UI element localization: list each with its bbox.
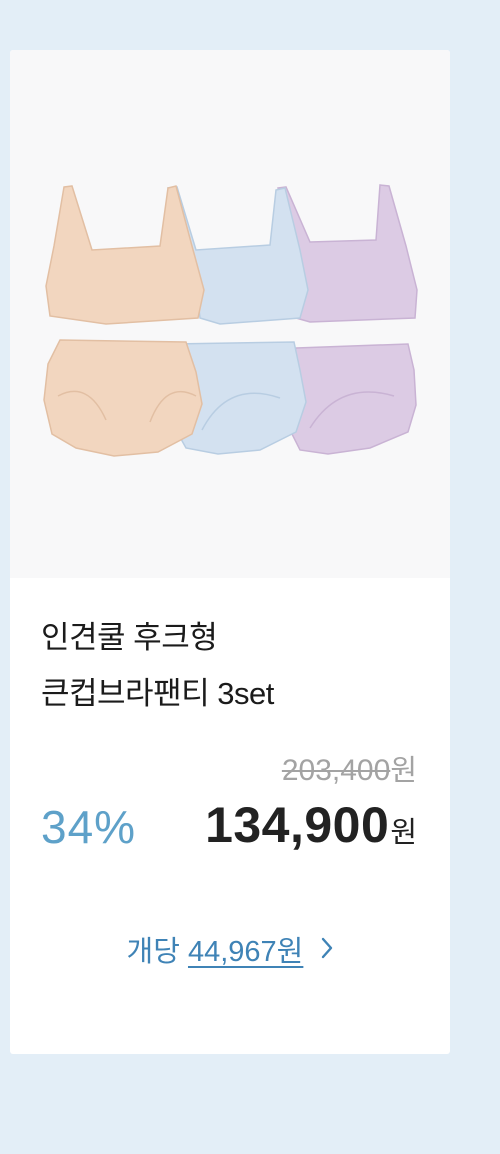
per-unit-price-value: 44,967원 xyxy=(187,936,304,968)
product-title[interactable]: 인견쿨 후크형 큰컵브라팬티 3set xyxy=(41,610,431,722)
original-price: 203,400원 xyxy=(282,747,417,789)
discount-rate: 34% xyxy=(41,801,137,853)
per-unit-price-link[interactable]: 개당 44,967원 xyxy=(10,928,450,970)
sale-price-unit: 원 xyxy=(390,817,417,849)
product-image[interactable] xyxy=(10,50,450,578)
product-title-line-1: 인견쿨 후크형 xyxy=(41,620,218,655)
price-row: 34% 134,900원 xyxy=(41,796,417,858)
beige-set xyxy=(43,185,205,457)
product-image-illustration xyxy=(43,184,418,457)
sale-price-value: 134,900 xyxy=(205,797,390,853)
per-unit-label: 개당 xyxy=(126,936,180,968)
chevron-right-icon xyxy=(321,934,333,967)
product-title-line-2: 큰컵브라팬티 3set xyxy=(41,676,274,711)
sale-price: 134,900원 xyxy=(205,796,417,854)
product-card[interactable]: 인견쿨 후크형 큰컵브라팬티 3set 203,400원 34% 134,900… xyxy=(10,50,450,1054)
original-price-value: 203,400 xyxy=(281,754,391,787)
original-price-unit: 원 xyxy=(390,755,417,787)
